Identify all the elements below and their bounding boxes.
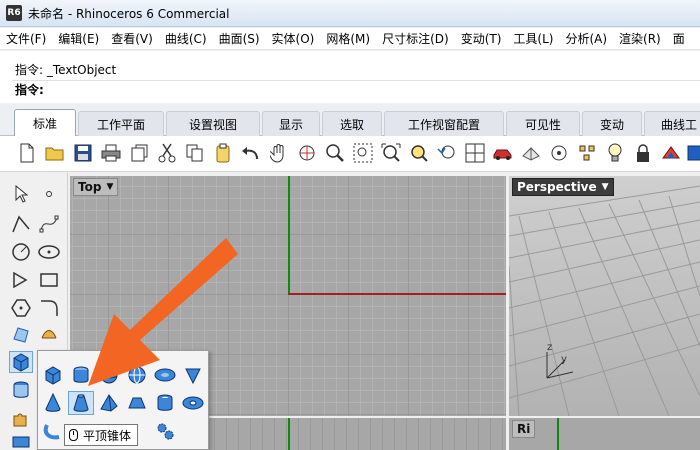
tab-display[interactable]: 显示	[262, 111, 320, 136]
surface-from-points-icon[interactable]	[9, 323, 33, 345]
new-file-icon[interactable]	[16, 142, 38, 164]
extrude-solid-icon[interactable]	[9, 379, 33, 401]
axis-label-y: y	[561, 354, 567, 365]
chevron-down-icon[interactable]: ▼	[602, 182, 609, 192]
tab-viewport-layout[interactable]: 工作视窗配置	[384, 111, 504, 136]
lock-icon[interactable]	[632, 142, 654, 164]
rectangle-icon[interactable]	[37, 269, 61, 291]
command-divider	[12, 80, 700, 81]
menu-solid[interactable]: 实体(O)	[272, 30, 315, 47]
circle-icon[interactable]	[9, 241, 33, 263]
ellipse-icon[interactable]	[37, 241, 61, 263]
right-viewport-title[interactable]: Ri	[512, 420, 536, 438]
mouse-left-click-icon	[69, 429, 78, 441]
command-history: 指令: _TextObject	[15, 63, 117, 77]
command-prompt[interactable]: 指令:	[15, 81, 44, 98]
title-bar: R6 未命名 - Rhinoceros 6 Commercial	[0, 0, 700, 27]
menu-analyze[interactable]: 分析(A)	[565, 30, 607, 47]
tab-standard[interactable]: 标准	[14, 109, 76, 137]
rotate-view-icon[interactable]	[296, 142, 318, 164]
solid-box-icon[interactable]	[9, 351, 33, 373]
menu-dimension[interactable]: 尺寸标注(D)	[382, 30, 449, 47]
menu-view[interactable]: 查看(V)	[111, 30, 153, 47]
options-icon[interactable]	[684, 142, 700, 164]
menu-curve[interactable]: 曲线(C)	[165, 30, 207, 47]
right-viewport[interactable]: Ri	[509, 418, 700, 450]
rhino-app-icon[interactable]: R6	[6, 5, 22, 21]
menu-tools[interactable]: 工具(L)	[513, 30, 553, 47]
pan-hand-icon[interactable]	[268, 142, 290, 164]
y-axis-line	[288, 418, 290, 450]
y-axis-line	[288, 176, 290, 294]
curve-control-points-icon[interactable]	[37, 213, 61, 235]
pipe-solid-icon[interactable]	[40, 419, 66, 443]
tab-cplanes[interactable]: 工作平面	[78, 111, 164, 136]
four-viewports-icon[interactable]	[464, 142, 486, 164]
properties-icon[interactable]	[128, 142, 150, 164]
polyline-icon[interactable]	[9, 213, 33, 235]
print-icon[interactable]	[100, 142, 122, 164]
undo-view-icon[interactable]	[436, 142, 458, 164]
tab-set-view[interactable]: 设置视图	[166, 111, 260, 136]
car-render-icon[interactable]	[492, 142, 514, 164]
standard-toolbar	[0, 136, 700, 172]
menu-file[interactable]: 文件(F)	[6, 30, 46, 47]
tooltip-text: 平顶锥体	[83, 428, 132, 443]
x-axis-line	[288, 293, 506, 295]
window-title: 未命名 - Rhinoceros 6 Commercial	[28, 6, 230, 21]
perspective-grid	[509, 185, 700, 416]
menu-mesh[interactable]: 网格(M)	[326, 30, 370, 47]
menu-edit[interactable]: 编辑(E)	[58, 30, 99, 47]
tab-transform[interactable]: 变动	[582, 111, 642, 136]
surface-edit-icon[interactable]	[37, 323, 61, 345]
undo-icon[interactable]	[240, 142, 262, 164]
command-area: 指令: _TextObject 指令:	[0, 51, 700, 103]
mesh-tools-icon[interactable]	[520, 142, 542, 164]
mesh-puzzle-icon[interactable]	[9, 407, 33, 429]
menu-panels[interactable]: 面	[673, 30, 685, 47]
polygon-icon[interactable]	[9, 297, 33, 319]
copy-icon[interactable]	[184, 142, 206, 164]
top-viewport-title[interactable]: Top ▼	[73, 178, 119, 196]
osnap-icon[interactable]	[548, 142, 570, 164]
perspective-viewport[interactable]: Perspective ▼ z y	[509, 176, 700, 416]
menu-bar: 文件(F) 编辑(E) 查看(V) 曲线(C) 曲面(S) 实体(O) 网格(M…	[0, 28, 700, 50]
curve-fillet-icon[interactable]	[37, 297, 61, 319]
save-icon[interactable]	[72, 142, 94, 164]
arc-icon[interactable]	[9, 269, 33, 291]
axis-label-z: z	[547, 342, 553, 353]
select-arrow-icon[interactable]	[9, 183, 33, 205]
annotation-arrow-icon	[88, 238, 238, 386]
select-points-icon[interactable]	[576, 142, 598, 164]
zoom-extents-icon[interactable]	[380, 142, 402, 164]
analyze-icon[interactable]	[9, 431, 33, 450]
perspective-viewport-title[interactable]: Perspective ▼	[512, 178, 614, 196]
zoom-selected-icon[interactable]	[408, 142, 430, 164]
tab-visibility[interactable]: 可见性	[506, 111, 580, 136]
paste-icon[interactable]	[212, 142, 234, 164]
cut-icon[interactable]	[156, 142, 178, 164]
tab-select[interactable]: 选取	[322, 111, 382, 136]
material-icon[interactable]	[660, 142, 682, 164]
lightbulb-icon[interactable]	[604, 142, 626, 164]
menu-surface[interactable]: 曲面(S)	[219, 30, 260, 47]
cone-solid-icon[interactable]	[40, 391, 66, 415]
menu-render[interactable]: 渲染(R)	[619, 30, 661, 47]
tab-curve-tools[interactable]: 曲线工	[644, 111, 700, 136]
solid-tools-gear-icon[interactable]	[152, 419, 178, 443]
tooltip: 平顶锥体	[64, 424, 139, 446]
point-icon[interactable]	[37, 183, 61, 205]
menu-transform[interactable]: 变动(T)	[461, 30, 502, 47]
box-solid-icon[interactable]	[40, 363, 66, 387]
zoom-icon[interactable]	[324, 142, 346, 164]
open-folder-icon[interactable]	[44, 142, 66, 164]
chevron-down-icon[interactable]: ▼	[106, 182, 113, 192]
z-axis-line	[557, 418, 559, 450]
zoom-window-icon[interactable]	[352, 142, 374, 164]
toolbar-tabs: 标准 工作平面 设置视图 显示 选取 工作视窗配置 可见性 变动 曲线工	[0, 104, 700, 137]
